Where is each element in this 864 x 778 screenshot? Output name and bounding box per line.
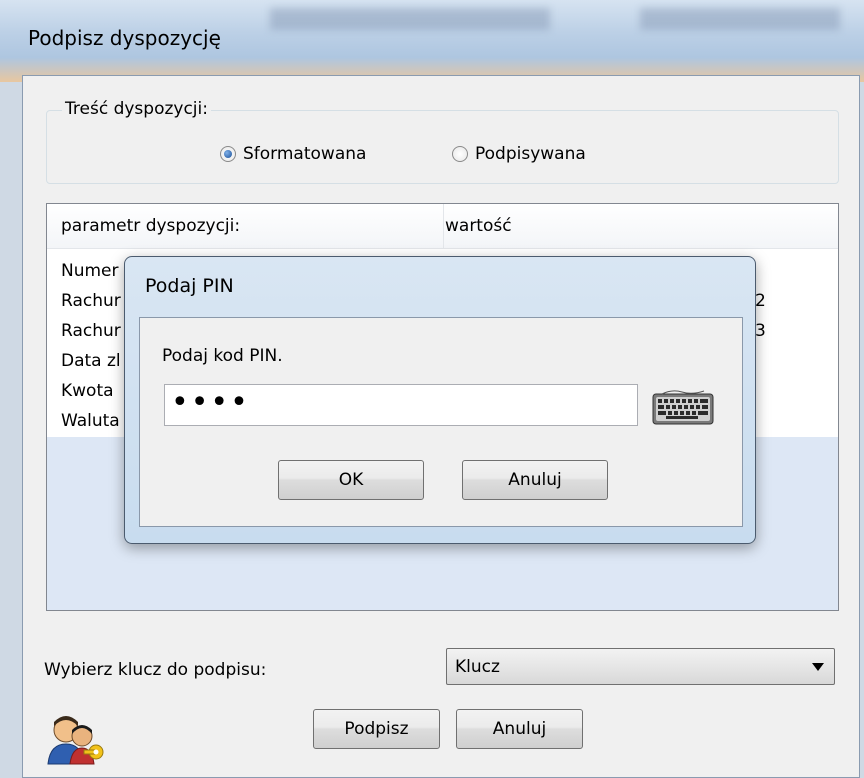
list-item[interactable]: Numer: [61, 261, 119, 281]
list-item[interactable]: Waluta: [61, 411, 120, 431]
title-bar: Podpisz dyspozycję: [0, 0, 864, 82]
pin-dialog-body: Podaj kod PIN. •••• OK Anuluj: [139, 317, 743, 527]
list-item[interactable]: Rachur: [61, 321, 121, 341]
pin-input[interactable]: ••••: [164, 384, 638, 426]
radio-checked-icon: [220, 146, 236, 162]
keyboard-icon[interactable]: [652, 388, 714, 426]
list-item[interactable]: Rachur: [61, 291, 121, 311]
key-select-dropdown[interactable]: Klucz: [446, 648, 835, 685]
list-item[interactable]: Kwota: [61, 381, 114, 401]
pin-ok-button[interactable]: OK: [278, 460, 424, 500]
radio-unchecked-icon: [452, 146, 468, 162]
radio-podpisywana[interactable]: Podpisywana: [452, 144, 586, 164]
content-groupbox: [46, 110, 839, 184]
column-header-parameter[interactable]: parametr dyspozycji:: [61, 216, 240, 236]
value-suffix: 3: [755, 321, 766, 341]
pin-cancel-button[interactable]: Anuluj: [462, 460, 608, 500]
cancel-button[interactable]: Anuluj: [456, 709, 583, 749]
column-separator[interactable]: [443, 204, 444, 248]
pin-dialog: Podaj PIN Podaj kod PIN. •••• OK Anuluj: [124, 256, 756, 544]
background-window-title-blur: [640, 8, 840, 30]
column-header-value[interactable]: wartość: [445, 216, 512, 236]
key-select-value: Klucz: [455, 657, 500, 677]
radio-label: Sformatowana: [243, 144, 367, 164]
chevron-down-icon: [812, 663, 824, 671]
window-title: Podpisz dyspozycję: [28, 26, 221, 50]
background-window-title-blur: [270, 8, 550, 30]
radio-sformatowana[interactable]: Sformatowana: [220, 144, 366, 164]
users-key-icon: [47, 716, 104, 765]
pin-dialog-title: Podaj PIN: [145, 275, 234, 297]
list-header: parametr dyspozycji: wartość: [47, 204, 838, 249]
pin-prompt: Podaj kod PIN.: [162, 346, 283, 366]
content-group-legend: Treść dyspozycji:: [62, 99, 211, 119]
sign-button[interactable]: Podpisz: [313, 709, 440, 749]
key-select-label: Wybierz klucz do podpisu:: [44, 660, 267, 680]
radio-label: Podpisywana: [475, 144, 586, 164]
list-item[interactable]: Data zl: [61, 351, 121, 371]
value-suffix: 2: [755, 291, 766, 311]
